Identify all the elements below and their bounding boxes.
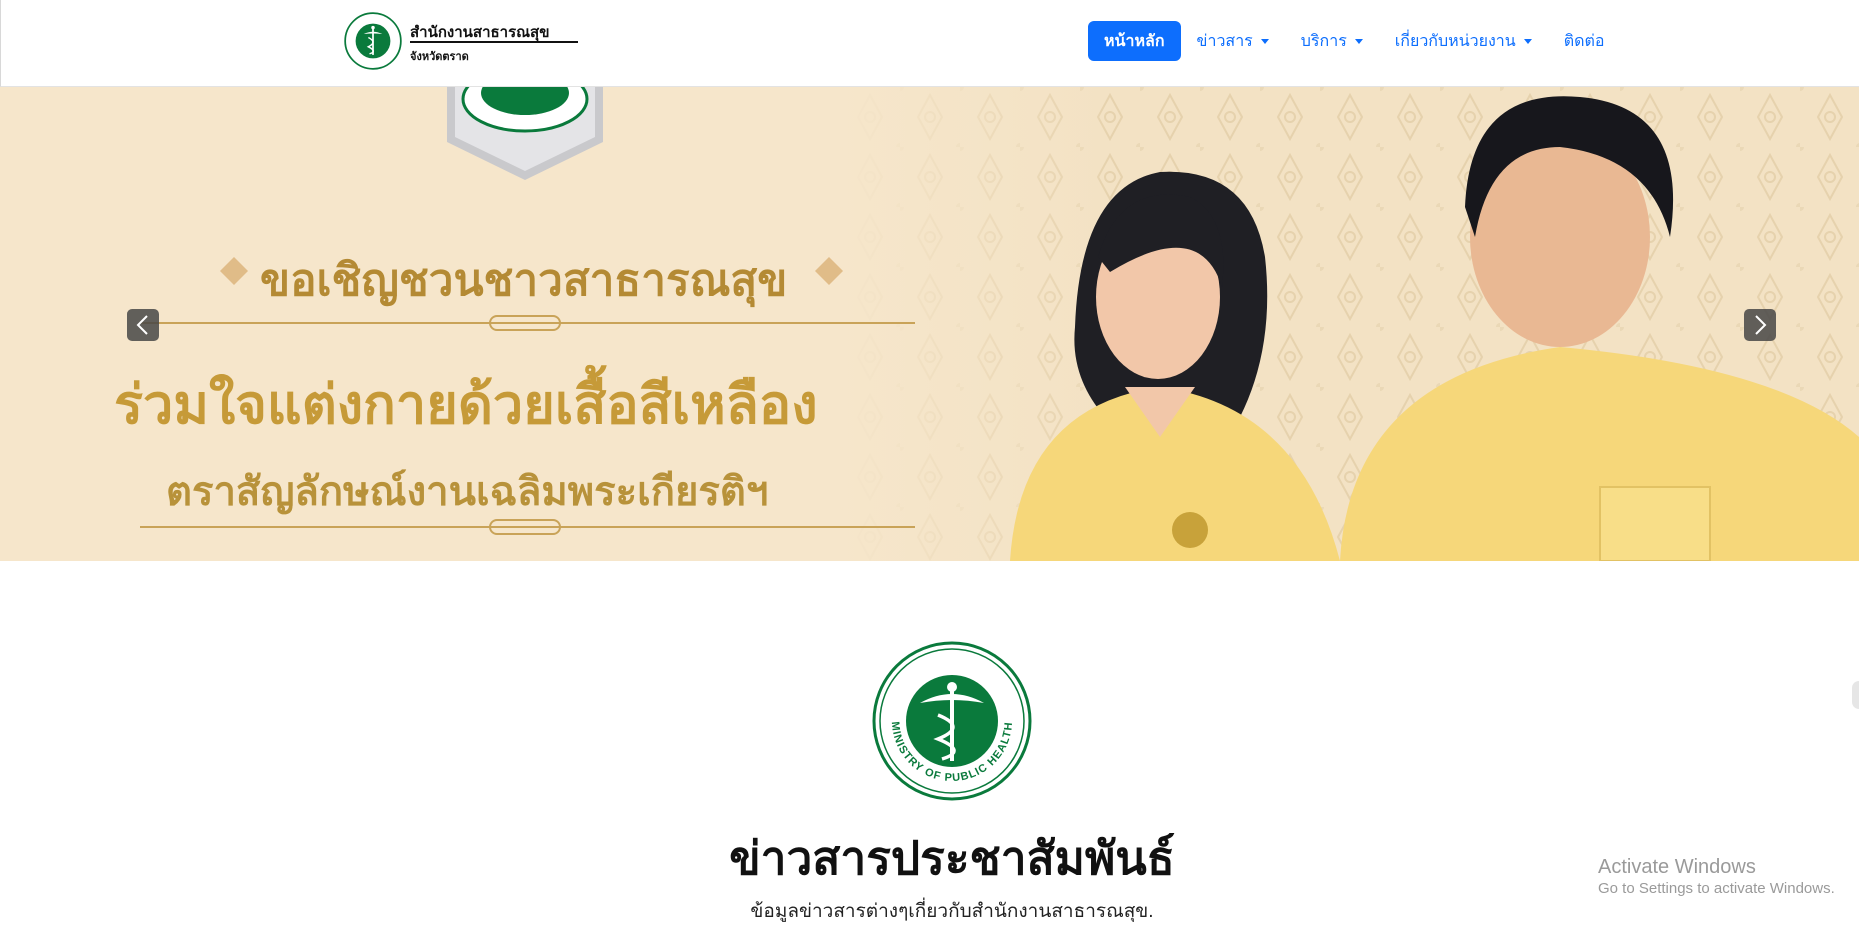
section-subtitle: ข้อมูลข่าวสารต่างๆเกี่ยวกับสำนักงานสาธาร…	[750, 901, 1154, 922]
banner-headline-3: ตราสัญลักษณ์งานเฉลิมพระเกียรติฯ	[166, 468, 769, 515]
caret-down-icon	[1260, 38, 1269, 44]
brand-subtitle: จังหวัดตราด	[410, 51, 469, 63]
nav-item-services[interactable]: บริการ	[1285, 21, 1379, 61]
nav-item-home-label: หน้าหลัก	[1104, 32, 1165, 50]
nav-item-home[interactable]: หน้าหลัก	[1088, 21, 1181, 61]
banner-headline-1: ขอเชิญชวนชาวสาธารณสุข	[260, 255, 788, 306]
watermark-subtitle: Go to Settings to activate Windows.	[1598, 880, 1835, 897]
chevron-right-icon	[1755, 315, 1767, 335]
caret-down-icon	[1354, 38, 1363, 44]
nav-item-news-label: ข่าวสาร	[1196, 32, 1253, 50]
chevron-left-icon	[136, 315, 148, 335]
floating-side-tab[interactable]	[1852, 681, 1859, 709]
brand-divider	[410, 41, 578, 43]
brand-link[interactable]: สำนักงานสาธารณสุข จังหวัดตราด	[344, 12, 584, 74]
caret-down-icon	[1523, 38, 1532, 44]
watermark-title: Activate Windows	[1598, 856, 1756, 878]
windows-activation-watermark: Activate Windows Go to Settings to activ…	[1598, 855, 1835, 899]
nav-item-about-label: เกี่ยวกับหน่วยงาน	[1394, 32, 1516, 50]
banner-headline-2: ร่วมใจแต่งกายด้วยเสื้อสีเหลือง	[114, 372, 818, 436]
nav-menu: หน้าหลัก ข่าวสาร บริการ เกี่ยวกับหน่วยงา…	[1088, 21, 1621, 61]
nav-item-contact-label: ติดต่อ	[1563, 32, 1605, 50]
nav-item-news[interactable]: ข่าวสาร	[1181, 21, 1285, 61]
hero-carousel: ขอเชิญชวนชาวสาธารณสุข ร่วมใจแต่งกายด้วยเ…	[0, 87, 1859, 561]
nav-item-about[interactable]: เกี่ยวกับหน่วยงาน	[1379, 21, 1548, 61]
carousel-prev-button[interactable]	[127, 309, 159, 341]
navbar: สำนักงานสาธารณสุข จังหวัดตราด หน้าหลัก ข…	[0, 0, 1859, 87]
section-title: ข่าวสารประชาสัมพันธ์	[729, 831, 1175, 885]
nav-item-services-label: บริการ	[1300, 32, 1347, 50]
carousel-next-button[interactable]	[1744, 309, 1776, 341]
ministry-seal-icon	[344, 12, 402, 70]
ministry-seal-icon: MINISTRY OF PUBLIC HEALTH	[872, 641, 1032, 801]
nav-item-contact[interactable]: ติดต่อ	[1548, 21, 1621, 61]
